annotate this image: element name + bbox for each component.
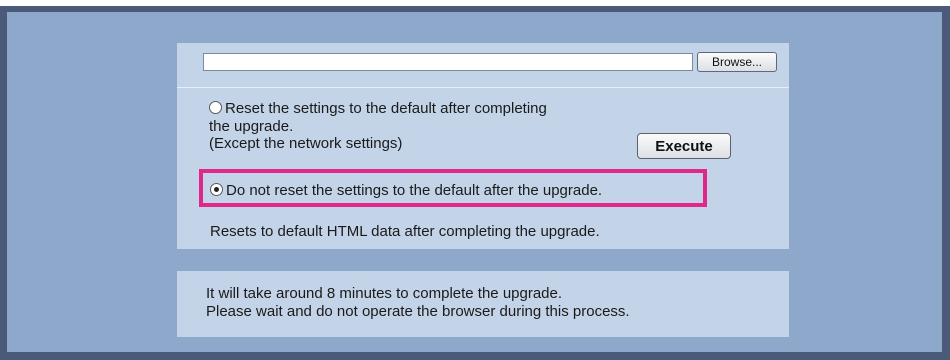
info-text: It will take around 8 minutes to complet… (206, 285, 630, 321)
reset-radio-button[interactable] (209, 101, 222, 114)
file-path-input[interactable] (203, 53, 693, 71)
divider (177, 87, 789, 88)
no-reset-option-label: Do not reset the settings to the default… (226, 182, 603, 199)
browse-button[interactable]: Browse... (697, 52, 777, 72)
reset-option-label-line3: (Except the network settings) (209, 135, 403, 152)
no-reset-option[interactable]: Do not reset the settings to the default… (210, 182, 602, 199)
window-frame: Browse... Reset the settings to the defa… (0, 6, 950, 360)
no-reset-radio-button[interactable] (210, 183, 223, 196)
execute-button[interactable]: Execute (637, 133, 731, 159)
reset-option-label-line2: the upgrade. (209, 118, 294, 135)
content-area: Browse... Reset the settings to the defa… (7, 12, 942, 352)
reset-option-label-cont: the upgrade. (Except the network setting… (209, 118, 402, 152)
reset-settings-option[interactable]: Reset the settings to the default after … (209, 100, 547, 117)
upgrade-panel: Browse... Reset the settings to the defa… (177, 43, 789, 249)
reset-option-label-line1: Reset the settings to the default after … (225, 100, 547, 117)
info-panel: It will take around 8 minutes to complet… (177, 271, 789, 337)
info-line-wait: Please wait and do not operate the brows… (206, 303, 630, 320)
info-line-duration: It will take around 8 minutes to complet… (206, 285, 563, 302)
html-reset-note: Resets to default HTML data after comple… (210, 223, 600, 240)
